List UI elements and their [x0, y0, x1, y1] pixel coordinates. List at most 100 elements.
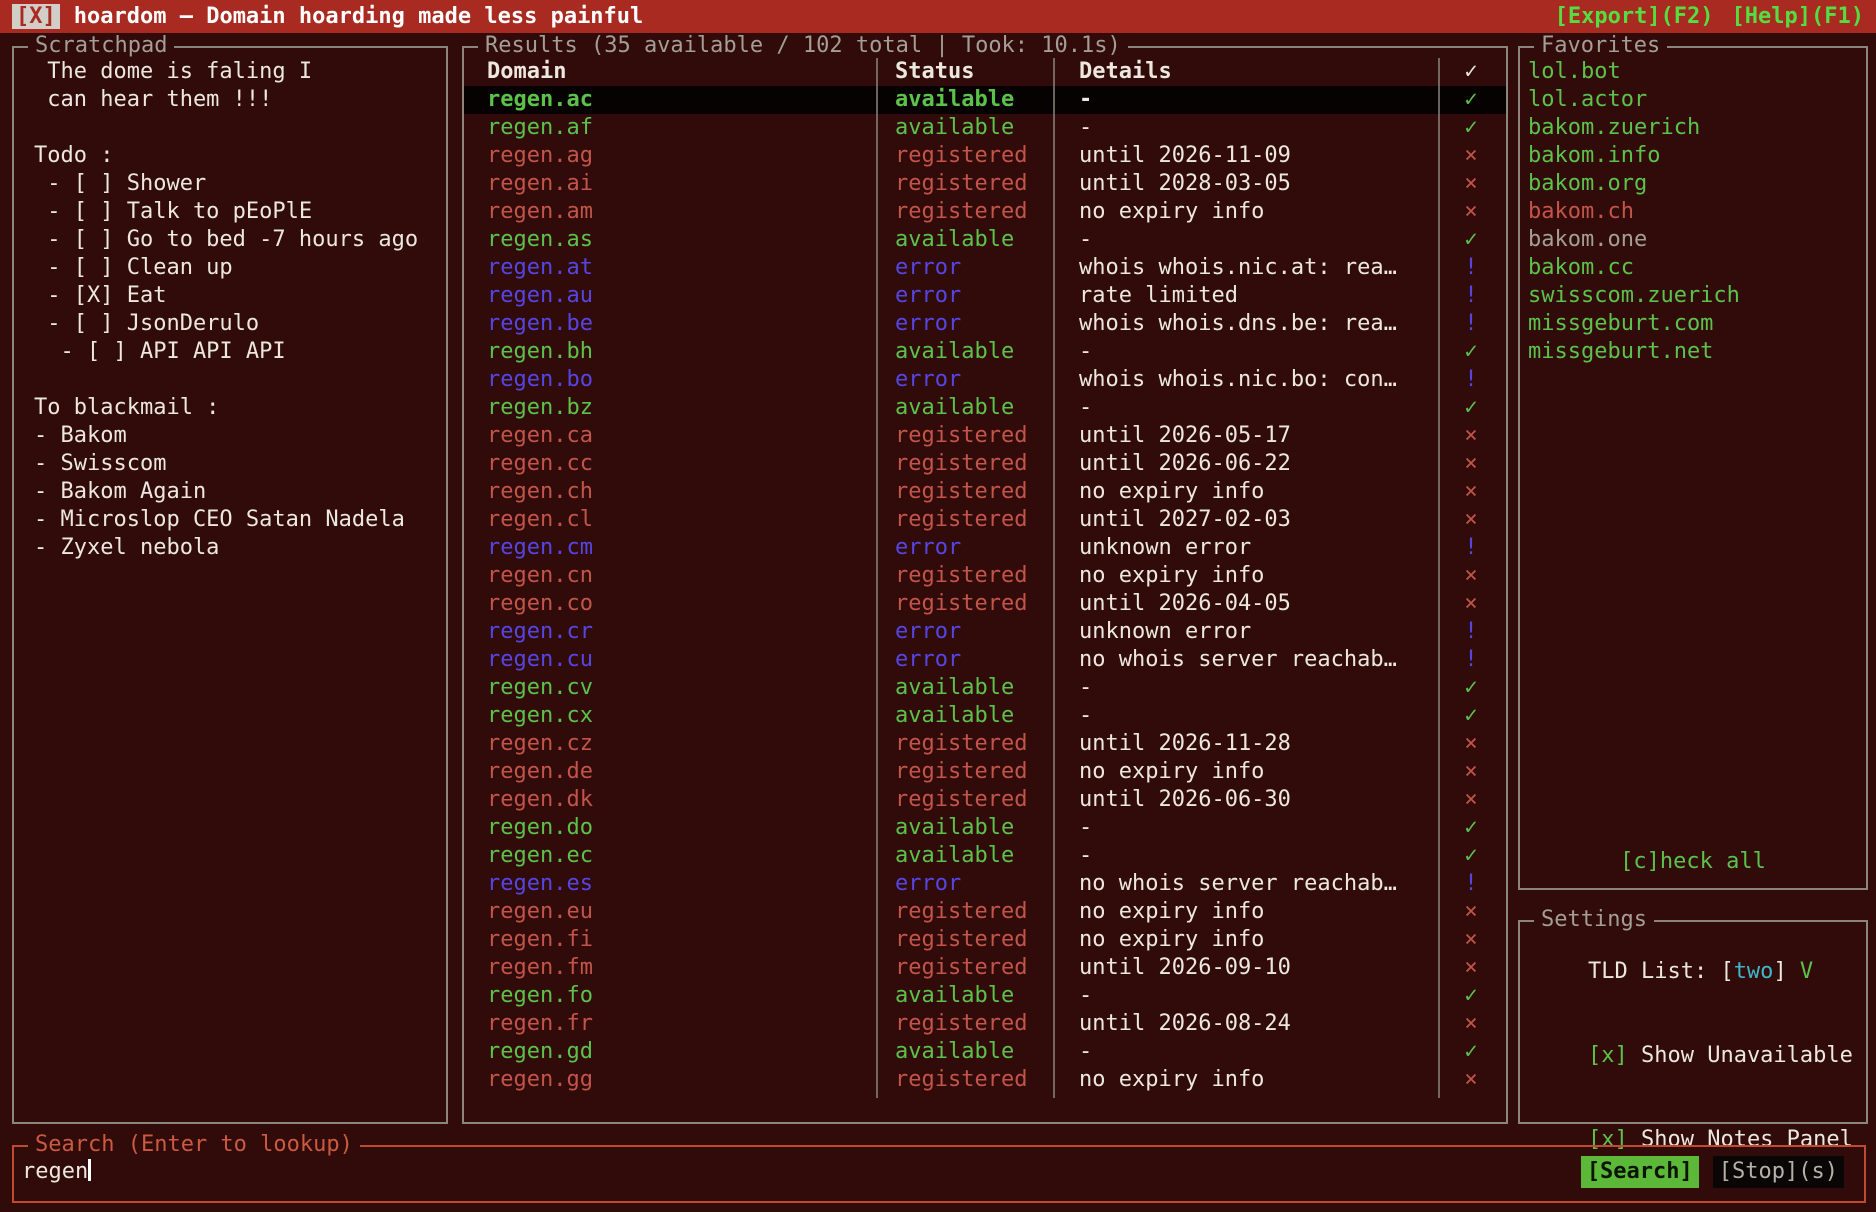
result-row[interactable]: regen.ccregistereduntil 2026-06-22×	[464, 450, 1506, 478]
result-row[interactable]: regen.cnregisteredno expiry info×	[464, 562, 1506, 590]
details-cell: unknown error	[1053, 534, 1438, 562]
status-cell: registered	[876, 142, 1053, 170]
result-row[interactable]: regen.euregisteredno expiry info×	[464, 898, 1506, 926]
status-mark-icon: ×	[1438, 954, 1504, 982]
favorite-item[interactable]: swisscom.zuerich	[1528, 282, 1866, 310]
status-mark-icon: ×	[1438, 730, 1504, 758]
details-cell: no expiry info	[1053, 898, 1438, 926]
result-row[interactable]: regen.cmerrorunknown error!	[464, 534, 1506, 562]
status-mark-icon: ✓	[1438, 226, 1504, 254]
result-row[interactable]: regen.cuerrorno whois server reachab…!	[464, 646, 1506, 674]
favorite-item[interactable]: bakom.zuerich	[1528, 114, 1866, 142]
close-button[interactable]: [X]	[12, 4, 60, 29]
favorite-item[interactable]: bakom.one	[1528, 226, 1866, 254]
domain-cell: regen.cz	[464, 730, 876, 758]
stop-button[interactable]: [Stop](s)	[1713, 1156, 1844, 1188]
details-cell: until 2026-06-30	[1053, 786, 1438, 814]
result-row[interactable]: regen.afavailable-✓	[464, 114, 1506, 142]
favorite-item[interactable]: missgeburt.com	[1528, 310, 1866, 338]
details-cell: until 2026-05-17	[1053, 422, 1438, 450]
result-row[interactable]: regen.foavailable-✓	[464, 982, 1506, 1010]
status-mark-icon: !	[1438, 646, 1504, 674]
result-row[interactable]: regen.cvavailable-✓	[464, 674, 1506, 702]
status-cell: registered	[876, 170, 1053, 198]
status-mark-icon: ✓	[1438, 982, 1504, 1010]
status-mark-icon: ×	[1438, 478, 1504, 506]
status-mark-icon: !	[1438, 534, 1504, 562]
details-cell: -	[1053, 702, 1438, 730]
result-row[interactable]: regen.caregistereduntil 2026-05-17×	[464, 422, 1506, 450]
results-header-row: Domain Status Details ✓	[464, 58, 1506, 86]
scratchpad-panel: Scratchpad The dome is faling I can hear…	[12, 46, 448, 1124]
result-row[interactable]: regen.aterrorwhois whois.nic.at: rea…!	[464, 254, 1506, 282]
result-row[interactable]: regen.auerrorrate limited!	[464, 282, 1506, 310]
details-cell: no whois server reachab…	[1053, 870, 1438, 898]
result-row[interactable]: regen.beerrorwhois whois.dns.be: rea…!	[464, 310, 1506, 338]
scratchpad-text[interactable]: The dome is faling I can hear them !!! T…	[14, 48, 446, 562]
result-row[interactable]: regen.boerrorwhois whois.nic.bo: con…!	[464, 366, 1506, 394]
result-row[interactable]: regen.bhavailable-✓	[464, 338, 1506, 366]
result-row[interactable]: regen.czregistereduntil 2026-11-28×	[464, 730, 1506, 758]
column-header-status: Status	[876, 58, 1053, 86]
result-row[interactable]: regen.ecavailable-✓	[464, 842, 1506, 870]
favorite-item[interactable]: bakom.cc	[1528, 254, 1866, 282]
favorites-panel: Favorites lol.botlol.actorbakom.zuerichb…	[1518, 46, 1868, 890]
show-unavailable-setting[interactable]: [x] Show Unavailable	[1520, 1014, 1866, 1098]
favorites-list: lol.botlol.actorbakom.zuerichbakom.infob…	[1520, 48, 1866, 366]
result-row[interactable]: regen.amregisteredno expiry info×	[464, 198, 1506, 226]
result-row[interactable]: regen.agregistereduntil 2026-11-09×	[464, 142, 1506, 170]
details-cell: unknown error	[1053, 618, 1438, 646]
domain-cell: regen.fm	[464, 954, 876, 982]
favorite-item[interactable]: bakom.ch	[1528, 198, 1866, 226]
result-row[interactable]: regen.deregisteredno expiry info×	[464, 758, 1506, 786]
status-mark-icon: !	[1438, 366, 1504, 394]
check-all-button[interactable]: [c]heck all	[1520, 849, 1866, 874]
result-row[interactable]: regen.firegisteredno expiry info×	[464, 926, 1506, 954]
tld-dropdown-chevron-icon[interactable]: V	[1787, 959, 1814, 984]
search-title: Search (Enter to lookup)	[28, 1132, 360, 1157]
result-row[interactable]: regen.clregistereduntil 2027-02-03×	[464, 506, 1506, 534]
domain-cell: regen.af	[464, 114, 876, 142]
domain-cell: regen.au	[464, 282, 876, 310]
tld-list-select[interactable]: [two]	[1720, 959, 1786, 984]
export-button[interactable]: [Export](F2)	[1555, 4, 1714, 29]
tld-list-label: TLD List:	[1588, 959, 1720, 984]
status-mark-icon: ×	[1438, 562, 1504, 590]
favorite-item[interactable]: missgeburt.net	[1528, 338, 1866, 366]
status-mark-icon: ×	[1438, 786, 1504, 814]
details-cell: until 2027-02-03	[1053, 506, 1438, 534]
domain-cell: regen.ch	[464, 478, 876, 506]
help-button[interactable]: [Help](F1)	[1732, 4, 1864, 29]
results-panel: Results (35 available / 102 total | Took…	[462, 46, 1508, 1124]
result-row[interactable]: regen.acavailable-✓	[464, 86, 1506, 114]
result-row[interactable]: regen.cxavailable-✓	[464, 702, 1506, 730]
result-row[interactable]: regen.dkregistereduntil 2026-06-30×	[464, 786, 1506, 814]
result-row[interactable]: regen.fmregistereduntil 2026-09-10×	[464, 954, 1506, 982]
favorite-item[interactable]: lol.bot	[1528, 58, 1866, 86]
result-row[interactable]: regen.eserrorno whois server reachab…!	[464, 870, 1506, 898]
favorite-item[interactable]: bakom.org	[1528, 170, 1866, 198]
favorite-item[interactable]: lol.actor	[1528, 86, 1866, 114]
result-row[interactable]: regen.ggregisteredno expiry info×	[464, 1066, 1506, 1094]
result-row[interactable]: regen.airegistereduntil 2028-03-05×	[464, 170, 1506, 198]
result-row[interactable]: regen.chregisteredno expiry info×	[464, 478, 1506, 506]
result-row[interactable]: regen.gdavailable-✓	[464, 1038, 1506, 1066]
result-row[interactable]: regen.crerrorunknown error!	[464, 618, 1506, 646]
status-cell: registered	[876, 898, 1053, 926]
status-cell: registered	[876, 730, 1053, 758]
search-button[interactable]: [Search]	[1581, 1156, 1699, 1188]
domain-cell: regen.gd	[464, 1038, 876, 1066]
result-row[interactable]: regen.frregistereduntil 2026-08-24×	[464, 1010, 1506, 1038]
show-unavailable-checkbox[interactable]: [x]	[1588, 1043, 1628, 1068]
result-row[interactable]: regen.doavailable-✓	[464, 814, 1506, 842]
domain-cell: regen.ac	[464, 86, 876, 114]
domain-cell: regen.bo	[464, 366, 876, 394]
result-row[interactable]: regen.asavailable-✓	[464, 226, 1506, 254]
status-cell: error	[876, 870, 1053, 898]
result-row[interactable]: regen.coregistereduntil 2026-04-05×	[464, 590, 1506, 618]
result-row[interactable]: regen.bzavailable-✓	[464, 394, 1506, 422]
status-cell: available	[876, 394, 1053, 422]
search-input[interactable]: regen	[22, 1159, 91, 1184]
status-cell: error	[876, 534, 1053, 562]
favorite-item[interactable]: bakom.info	[1528, 142, 1866, 170]
